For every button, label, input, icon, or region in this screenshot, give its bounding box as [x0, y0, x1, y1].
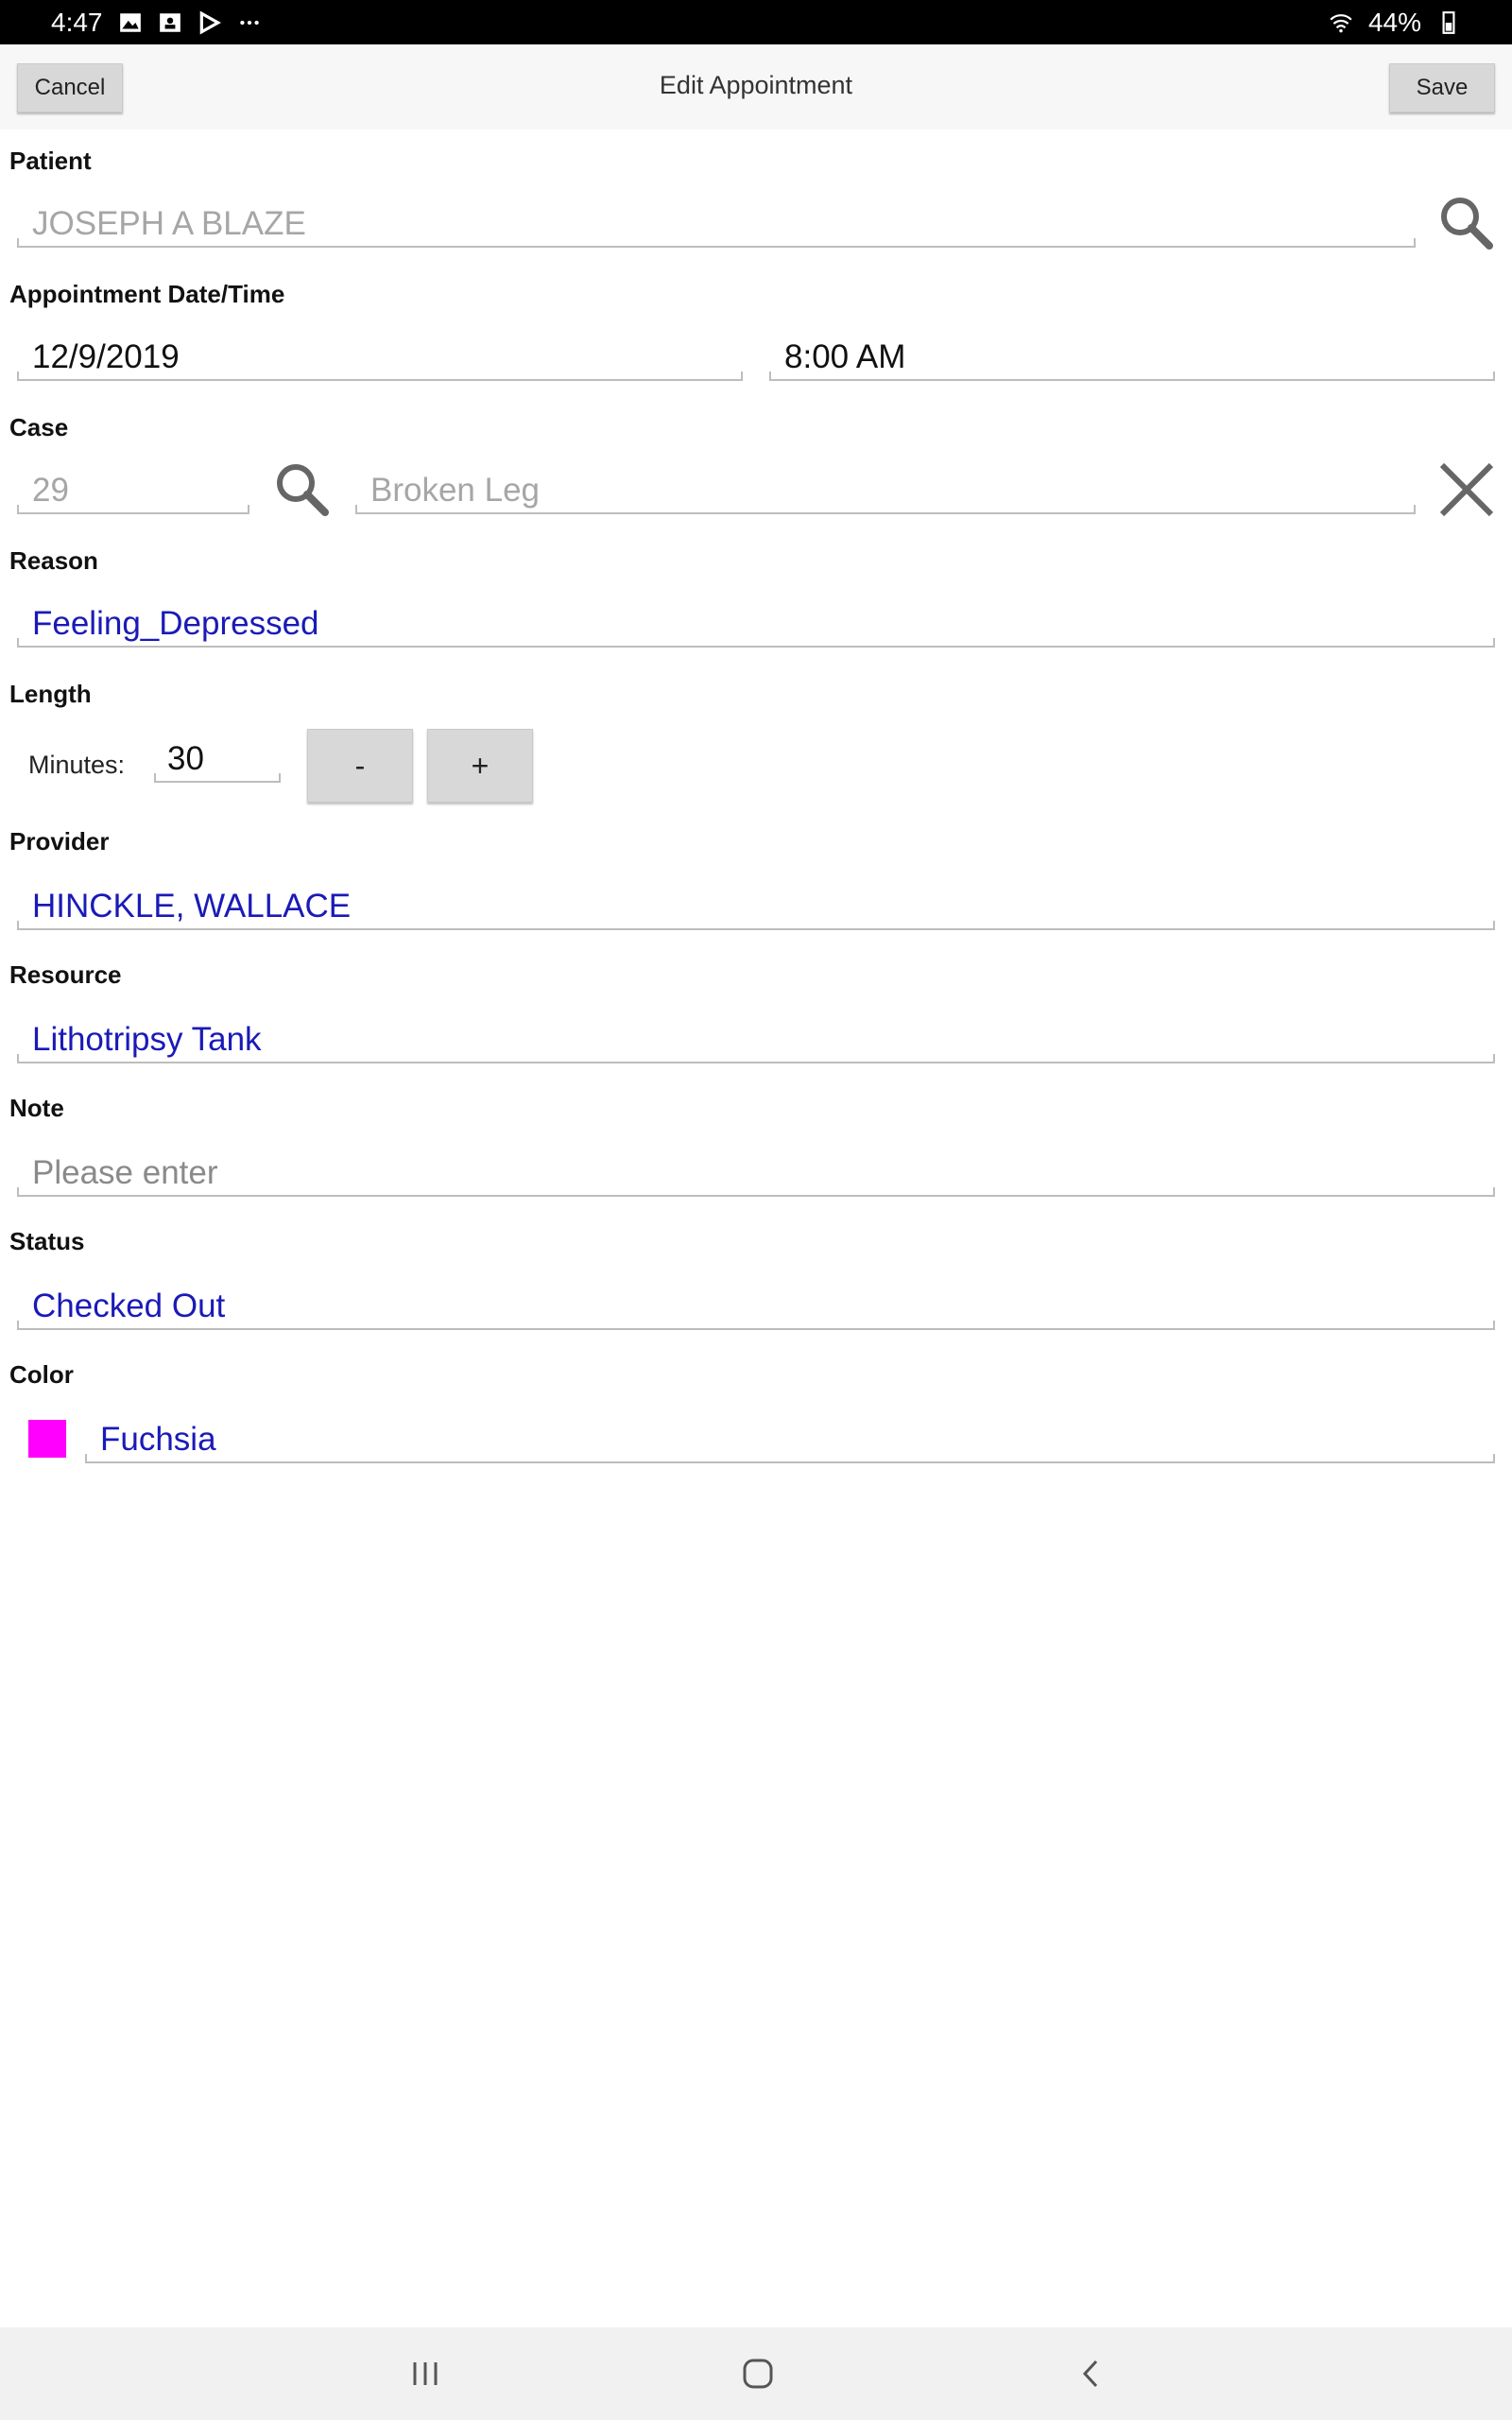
status-field[interactable]: Checked Out — [17, 1283, 1495, 1330]
edit-appointment-screen: 4:47 44% Cancel Edit Appointment Save Pa… — [0, 0, 1512, 2420]
color-swatch — [28, 1420, 66, 1458]
patient-label: Patient — [9, 147, 92, 175]
note-field[interactable]: Please enter — [17, 1150, 1495, 1197]
case-label: Case — [9, 413, 69, 441]
color-label: Color — [9, 1360, 74, 1389]
note-label: Note — [9, 1094, 64, 1122]
decrease-minutes-button[interactable]: - — [307, 729, 413, 803]
save-button[interactable]: Save — [1389, 63, 1495, 112]
status-bar: 4:47 44% — [0, 0, 1512, 44]
appointment-label: Appointment Date/Time — [9, 280, 285, 308]
status-bar-right: 44% — [1329, 8, 1461, 38]
battery-icon — [1442, 10, 1455, 34]
status-label: Status — [9, 1227, 85, 1255]
reason-field[interactable]: Feeling_Depressed — [17, 600, 1495, 648]
more-dots-icon — [239, 20, 259, 25]
increase-minutes-button[interactable]: + — [427, 729, 533, 803]
length-label: Length — [9, 680, 92, 708]
case-description-field[interactable]: Broken Leg — [355, 467, 1416, 514]
home-icon[interactable] — [734, 2350, 782, 2397]
provider-field[interactable]: HINCKLE, WALLACE — [17, 883, 1495, 930]
back-icon[interactable] — [1068, 2350, 1115, 2397]
system-nav-bar — [0, 2327, 1512, 2420]
case-number-field[interactable]: 29 — [17, 467, 249, 514]
patient-search-icon[interactable] — [1433, 189, 1501, 257]
minutes-field[interactable]: 30 — [154, 735, 281, 783]
clock: 4:47 — [51, 7, 103, 37]
date-field[interactable]: 12/9/2019 — [17, 334, 743, 381]
reason-label: Reason — [9, 546, 98, 575]
case-search-icon[interactable] — [268, 456, 336, 524]
play-store-icon — [199, 9, 221, 35]
color-field[interactable]: Fuchsia — [85, 1416, 1495, 1463]
time-field[interactable]: 8:00 AM — [769, 334, 1495, 381]
provider-label: Provider — [9, 827, 110, 856]
resource-field[interactable]: Lithotripsy Tank — [17, 1016, 1495, 1063]
toolbar: Cancel Edit Appointment Save — [0, 44, 1512, 130]
resource-label: Resource — [9, 960, 122, 989]
status-bar-left: 4:47 — [51, 8, 262, 38]
patient-field[interactable]: JOSEPH A BLAZE — [17, 200, 1416, 248]
gallery-icon — [119, 12, 141, 32]
wifi-icon — [1330, 13, 1352, 32]
battery-percent: 44% — [1367, 7, 1421, 37]
contact-card-icon — [159, 12, 180, 32]
page-title: Edit Appointment — [659, 71, 853, 99]
minutes-label: Minutes: — [28, 751, 126, 779]
clear-case-close-icon[interactable] — [1433, 456, 1501, 524]
recent-apps-icon[interactable] — [402, 2350, 449, 2397]
